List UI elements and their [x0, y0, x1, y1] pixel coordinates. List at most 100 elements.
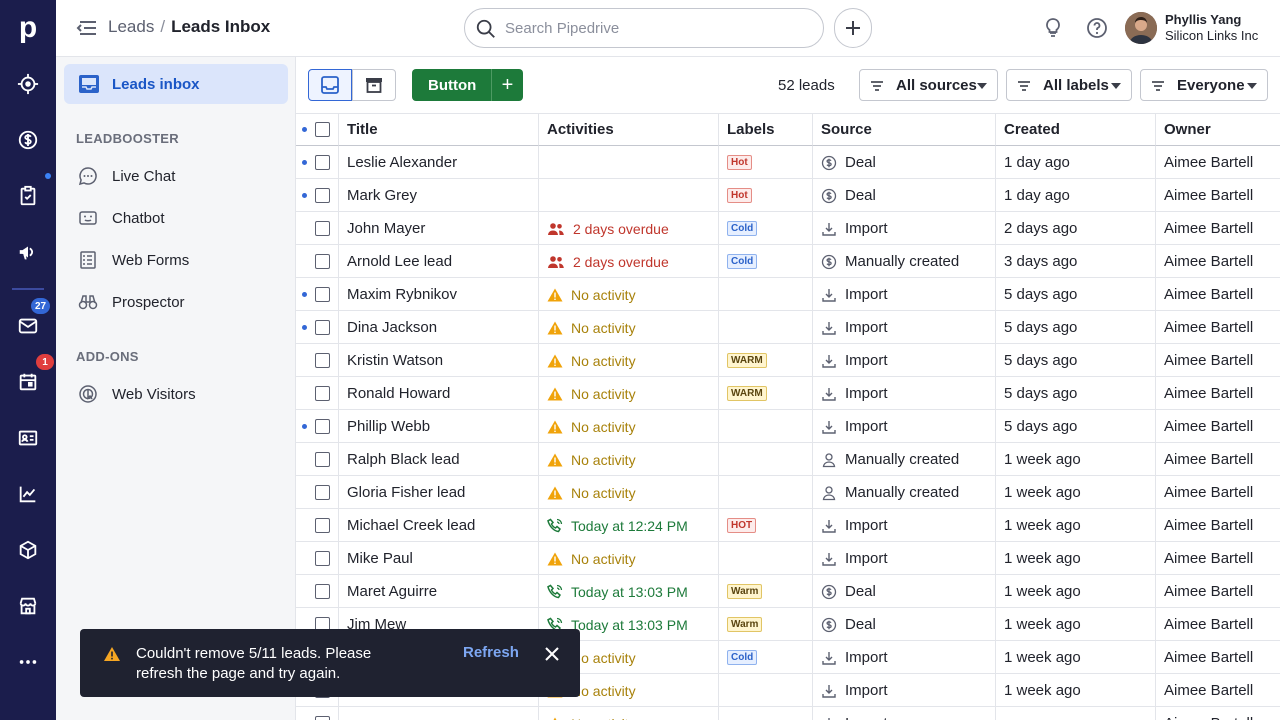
row-checkbox[interactable] [315, 221, 330, 236]
table-row[interactable]: Gloria Fisher lead No activity Manually cr… [296, 476, 1280, 509]
column-source[interactable]: Source [813, 113, 996, 146]
table-row[interactable]: Maxim Rybnikov No activity Import 5 days ag… [296, 278, 1280, 311]
sources-filter[interactable]: All sources [859, 69, 998, 101]
lead-title[interactable]: Ralph Black lead [339, 443, 539, 476]
activity-cell[interactable]: Today at 13:03 PM [539, 575, 719, 608]
table-row[interactable]: Phillip Webb No activity Import 5 days ago A… [296, 410, 1280, 443]
lead-title[interactable]: Michael Creek lead [339, 509, 539, 542]
sidebar-item-prospector[interactable]: Prospector [76, 287, 286, 317]
lead-title[interactable]: Leslie Alexander [339, 146, 539, 179]
breadcrumb-leads[interactable]: Leads [108, 17, 154, 37]
inbox-view-toggle[interactable] [308, 69, 352, 101]
select-all-checkbox[interactable] [315, 122, 330, 137]
labels-cell[interactable]: HOT [719, 509, 813, 542]
search-input[interactable]: Search Pipedrive [464, 8, 824, 48]
table-row[interactable]: John Mayer 2 days overdue Cold Import 2 days… [296, 212, 1280, 245]
owner-filter[interactable]: Everyone [1140, 69, 1268, 101]
labels-cell[interactable]: Cold [719, 641, 813, 674]
sidebar-item-web-visitors[interactable]: Web Visitors [76, 379, 286, 409]
labels-cell[interactable] [719, 410, 813, 443]
labels-filter[interactable]: All labels [1006, 69, 1132, 101]
sidebar-item-leads-inbox[interactable]: Leads inbox [64, 64, 288, 104]
lead-title[interactable]: Phillip Webb [339, 410, 539, 443]
sidebar-item-live-chat[interactable]: Live Chat [76, 161, 286, 191]
marketplace-store-icon[interactable] [8, 586, 48, 626]
row-checkbox[interactable] [315, 353, 330, 368]
row-checkbox[interactable] [315, 386, 330, 401]
activity-cell[interactable]: No activity [539, 410, 719, 443]
insights-chart-icon[interactable] [8, 474, 48, 514]
campaigns-megaphone-icon[interactable] [8, 232, 48, 272]
lead-title[interactable]: Maxim Rybnikov [339, 278, 539, 311]
table-row[interactable]: Mike Paul No activity Import 1 week ago Aime… [296, 542, 1280, 575]
primary-button[interactable]: Button [412, 69, 491, 101]
table-row[interactable]: Mark Grey Hot Deal 1 day ago Aimee Bartell [296, 179, 1280, 212]
table-row[interactable]: Ronald Howard No activity WARM Import 5 days… [296, 377, 1280, 410]
labels-cell[interactable] [719, 476, 813, 509]
row-checkbox[interactable] [315, 188, 330, 203]
lead-title[interactable]: Dina Jackson [339, 311, 539, 344]
row-checkbox[interactable] [315, 155, 330, 170]
deals-dollar-icon[interactable] [8, 120, 48, 160]
labels-cell[interactable] [719, 542, 813, 575]
lead-title[interactable] [339, 707, 539, 720]
row-checkbox[interactable] [315, 551, 330, 566]
table-row[interactable]: Maret Aguirre Today at 13:03 PM Warm Deal 1 … [296, 575, 1280, 608]
activity-cell[interactable] [539, 146, 719, 179]
table-row[interactable]: No activity Import Aimee Bartell [296, 707, 1280, 720]
row-checkbox[interactable] [315, 716, 330, 720]
activity-cell[interactable]: 2 days overdue [539, 245, 719, 278]
target-icon[interactable] [8, 64, 48, 104]
row-checkbox[interactable] [315, 518, 330, 533]
activity-cell[interactable]: 2 days overdue [539, 212, 719, 245]
avatar[interactable] [1125, 12, 1157, 44]
column-title[interactable]: Title [339, 113, 539, 146]
table-row[interactable]: Dina Jackson No activity Import 5 days ago A… [296, 311, 1280, 344]
labels-cell[interactable] [719, 707, 813, 720]
labels-cell[interactable] [719, 311, 813, 344]
lead-title[interactable]: Kristin Watson [339, 344, 539, 377]
row-checkbox[interactable] [315, 584, 330, 599]
labels-cell[interactable]: Cold [719, 245, 813, 278]
activity-cell[interactable]: No activity [539, 278, 719, 311]
archive-view-toggle[interactable] [352, 69, 396, 101]
user-info[interactable]: Phyllis Yang Silicon Links Inc [1165, 12, 1258, 44]
activity-cell[interactable]: No activity [539, 707, 719, 720]
row-checkbox[interactable] [315, 485, 330, 500]
more-icon[interactable] [8, 642, 48, 682]
labels-cell[interactable]: Hot [719, 146, 813, 179]
close-icon[interactable] [543, 645, 561, 663]
products-box-icon[interactable] [8, 530, 48, 570]
row-checkbox[interactable] [315, 287, 330, 302]
labels-cell[interactable]: Cold [719, 212, 813, 245]
lead-title[interactable]: John Mayer [339, 212, 539, 245]
lead-title[interactable]: Mike Paul [339, 542, 539, 575]
table-row[interactable]: Kristin Watson No activity WARM Import 5 day… [296, 344, 1280, 377]
refresh-link[interactable]: Refresh [463, 644, 519, 661]
contacts-card-icon[interactable] [8, 418, 48, 458]
quick-add-button[interactable] [834, 8, 872, 48]
row-checkbox[interactable] [315, 452, 330, 467]
activity-cell[interactable]: No activity [539, 344, 719, 377]
sidebar-item-web-forms[interactable]: Web Forms [76, 245, 286, 275]
labels-cell[interactable] [719, 278, 813, 311]
table-row[interactable]: Ralph Black lead No activity Manually crea… [296, 443, 1280, 476]
table-row[interactable]: Arnold Lee lead 2 days overdue Cold Manuall… [296, 245, 1280, 278]
labels-cell[interactable]: Warm [719, 608, 813, 641]
lightbulb-icon[interactable] [1041, 16, 1065, 40]
labels-cell[interactable] [719, 674, 813, 707]
activity-cell[interactable] [539, 179, 719, 212]
lead-title[interactable]: Arnold Lee lead [339, 245, 539, 278]
collapse-menu-icon[interactable] [76, 18, 98, 38]
pipedrive-logo[interactable]: p [10, 8, 46, 48]
add-lead-button[interactable]: + [491, 69, 523, 101]
sidebar-item-chatbot[interactable]: Chatbot [76, 203, 286, 233]
column-owner[interactable]: Owner [1156, 113, 1280, 146]
tasks-clipboard-icon[interactable] [8, 176, 48, 216]
labels-cell[interactable]: WARM [719, 377, 813, 410]
row-checkbox[interactable] [315, 254, 330, 269]
activity-cell[interactable]: No activity [539, 542, 719, 575]
lead-title[interactable]: Gloria Fisher lead [339, 476, 539, 509]
row-checkbox[interactable] [315, 419, 330, 434]
table-row[interactable]: Michael Creek lead Today at 12:24 PM HOT Im… [296, 509, 1280, 542]
